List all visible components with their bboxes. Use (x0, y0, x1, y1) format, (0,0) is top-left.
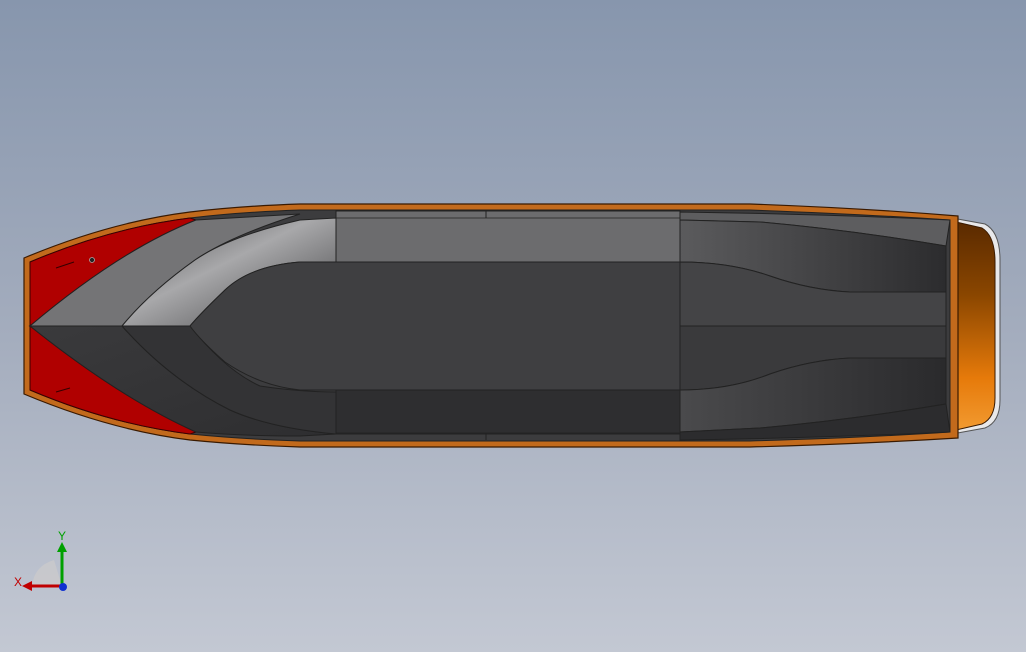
y-axis-arrowhead (57, 542, 67, 552)
deck-center-panel[interactable] (189, 261, 681, 391)
x-axis-label: X (14, 575, 22, 589)
orientation-triad[interactable]: Y X (12, 528, 76, 600)
y-axis-label: Y (58, 529, 66, 543)
deck-strip-bottom[interactable] (335, 389, 681, 435)
deck-strip-top[interactable] (335, 210, 681, 263)
boat-hull-model[interactable] (0, 0, 1026, 652)
bow-fitting (89, 257, 95, 263)
graphics-viewport[interactable]: Y X (0, 0, 1026, 652)
z-axis-dot (59, 583, 67, 591)
stern-transom[interactable] (951, 217, 1001, 435)
triad-plane (32, 560, 62, 586)
x-axis-arrowhead (22, 581, 32, 591)
